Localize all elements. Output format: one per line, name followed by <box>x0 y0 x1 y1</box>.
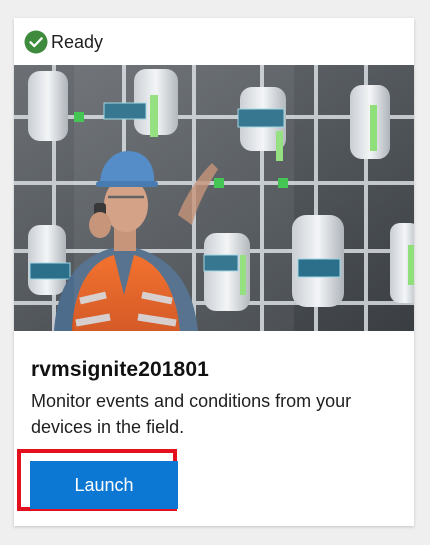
launch-button[interactable]: Launch <box>30 461 178 509</box>
app-hero-image <box>14 65 414 331</box>
status-text: Ready <box>51 31 104 52</box>
industrial-worker-image <box>14 65 414 331</box>
app-card: Ready rvmsignite201801 Monitor events an… <box>14 18 414 526</box>
status-indicator: Ready <box>24 30 103 54</box>
check-circle-icon <box>24 30 48 54</box>
app-description: Monitor events and conditions from your … <box>31 391 352 437</box>
app-name: rvmsignite201801 <box>31 358 209 381</box>
